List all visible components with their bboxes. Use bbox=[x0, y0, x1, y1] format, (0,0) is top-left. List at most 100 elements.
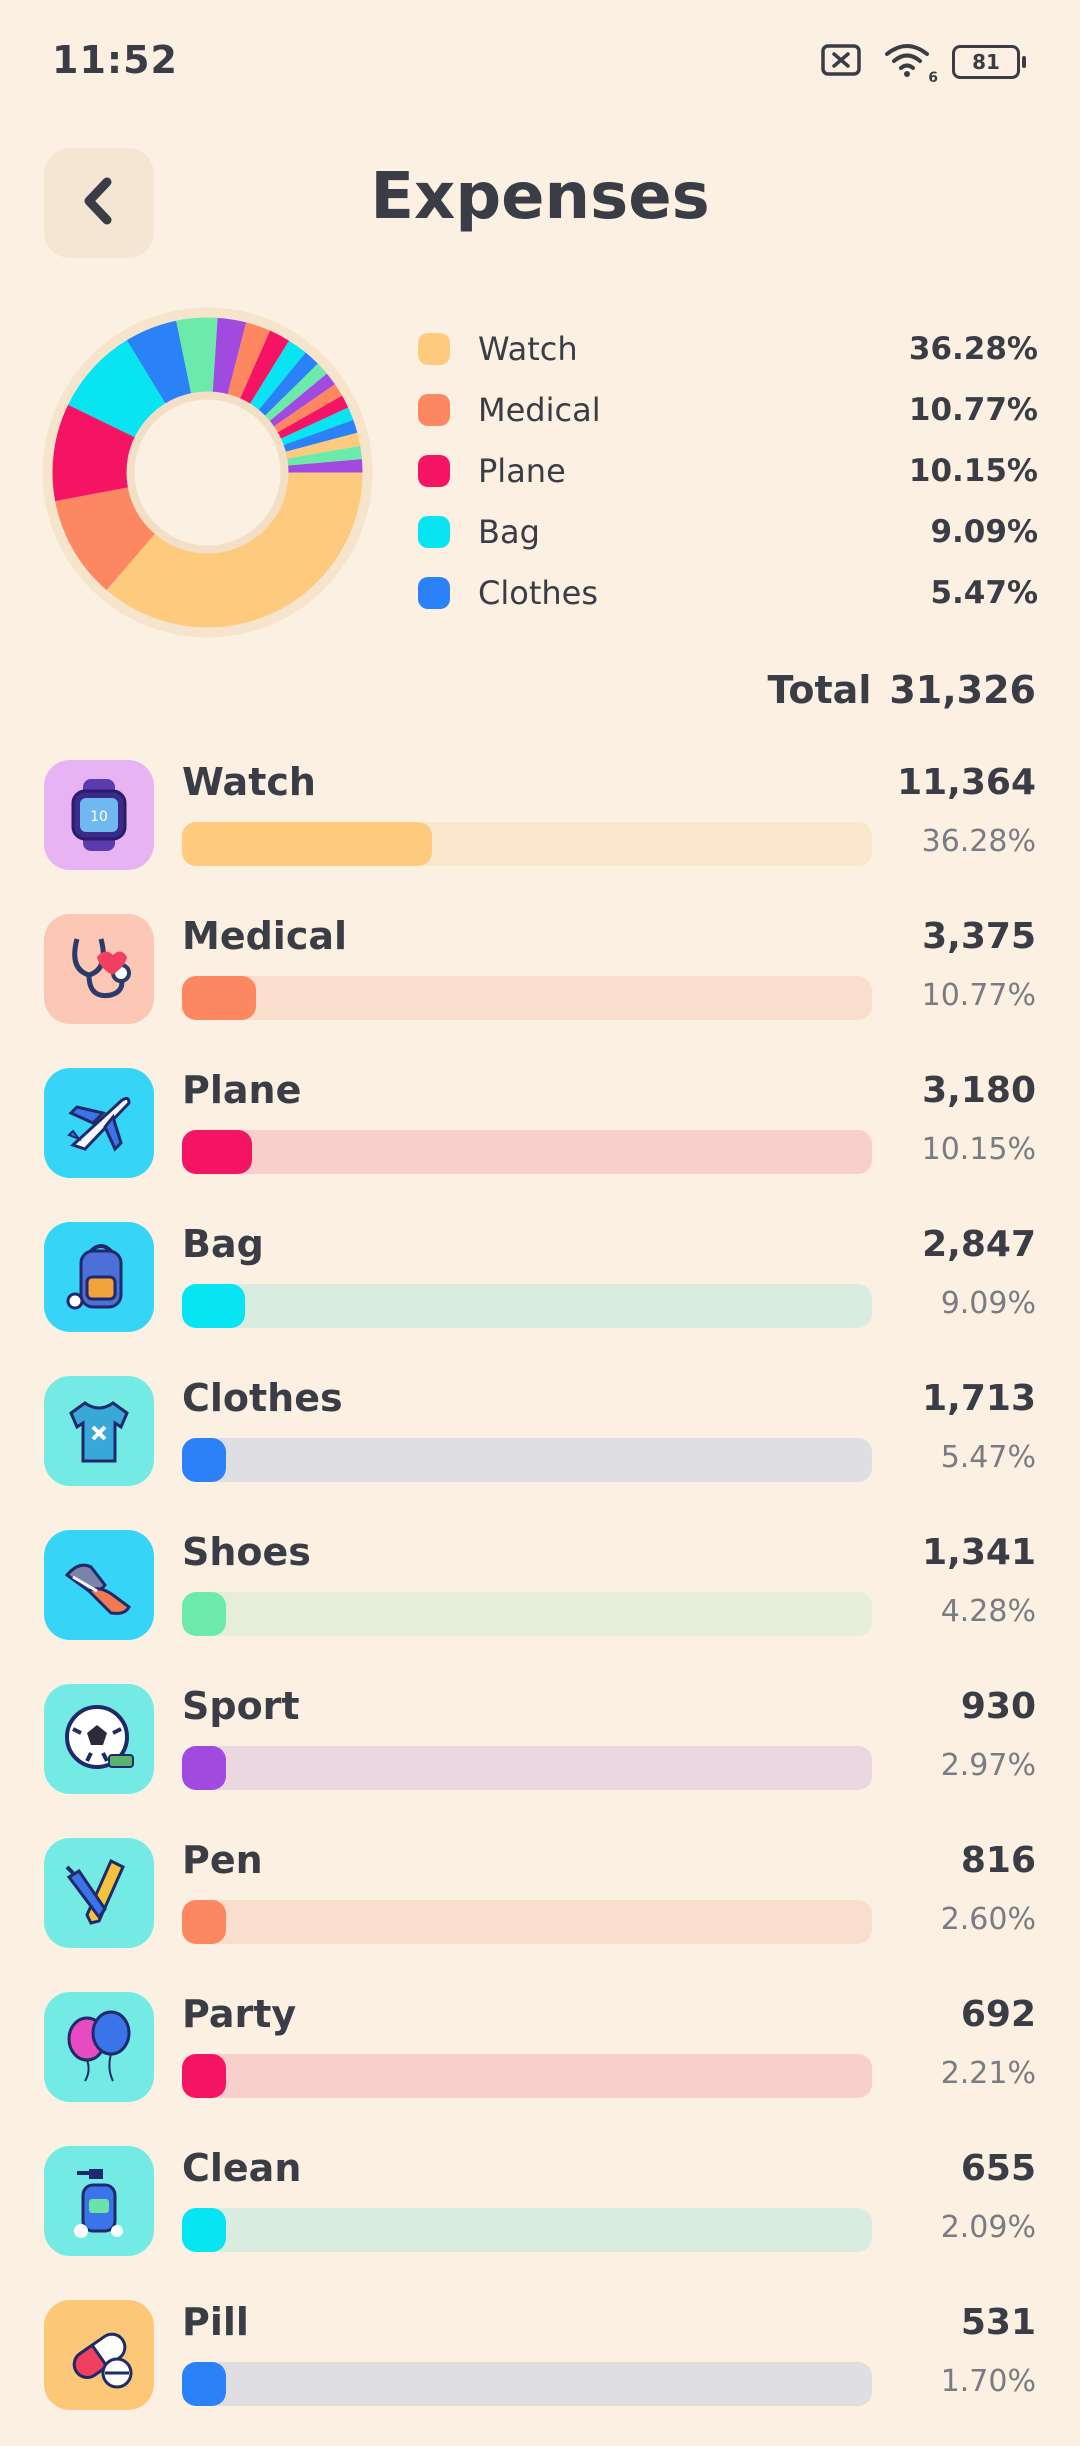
expense-row-clean[interactable]: Clean 655 2.09% bbox=[0, 2138, 1080, 2292]
expense-row-plane[interactable]: Plane 3,180 10.15% bbox=[0, 1060, 1080, 1214]
progress-track bbox=[182, 2054, 872, 2098]
category-name: Plane bbox=[182, 1068, 302, 1112]
progress-track bbox=[182, 1900, 872, 1944]
category-percentage: 10.77% bbox=[921, 978, 1036, 1013]
category-name: Shoes bbox=[182, 1530, 311, 1574]
legend-item-clothes: Clothes 5.47% bbox=[418, 562, 1038, 623]
legend-percentage: 5.47% bbox=[930, 574, 1038, 611]
backpack-icon bbox=[44, 1222, 154, 1332]
category-percentage: 2.60% bbox=[940, 1902, 1036, 1937]
progress-track bbox=[182, 1438, 872, 1482]
progress-track bbox=[182, 822, 872, 866]
page-title: Expenses bbox=[370, 160, 710, 234]
expense-row-pen[interactable]: Pen 816 2.60% bbox=[0, 1830, 1080, 1984]
progress-fill bbox=[182, 1746, 226, 1790]
progress-track bbox=[182, 1130, 872, 1174]
expense-row-pill[interactable]: Pill 531 1.70% bbox=[0, 2292, 1080, 2446]
total-row: Total 31,326 bbox=[768, 668, 1036, 712]
category-percentage: 2.09% bbox=[940, 2210, 1036, 2245]
progress-fill bbox=[182, 976, 257, 1020]
expense-row-bag[interactable]: Bag 2,847 9.09% bbox=[0, 1214, 1080, 1368]
legend-label: Watch bbox=[478, 329, 578, 368]
expense-row-sport[interactable]: Sport 930 2.97% bbox=[0, 1676, 1080, 1830]
soap-bottle-icon bbox=[44, 2146, 154, 2256]
category-amount: 930 bbox=[960, 1686, 1036, 1727]
category-amount: 531 bbox=[960, 2302, 1036, 2343]
progress-fill bbox=[182, 1130, 253, 1174]
category-name: Watch bbox=[182, 760, 316, 804]
category-name: Medical bbox=[182, 914, 348, 958]
category-amount: 1,713 bbox=[922, 1378, 1036, 1419]
progress-track bbox=[182, 2208, 872, 2252]
legend-swatch bbox=[418, 576, 450, 609]
progress-fill bbox=[182, 1592, 226, 1636]
category-amount: 11,364 bbox=[897, 762, 1036, 803]
sim-disabled-icon bbox=[820, 43, 862, 81]
category-amount: 2,847 bbox=[922, 1224, 1036, 1265]
category-name: Pill bbox=[182, 2300, 249, 2344]
progress-fill bbox=[182, 1438, 226, 1482]
category-amount: 655 bbox=[960, 2148, 1036, 2189]
pill-icon bbox=[44, 2300, 154, 2410]
progress-track bbox=[182, 1592, 872, 1636]
legend-percentage: 10.15% bbox=[908, 452, 1038, 489]
status-icons: 6 81 bbox=[820, 40, 1026, 86]
legend-label: Clothes bbox=[478, 573, 598, 612]
progress-fill bbox=[182, 1900, 226, 1944]
category-percentage: 1.70% bbox=[940, 2364, 1036, 2399]
legend-percentage: 9.09% bbox=[930, 513, 1038, 550]
category-percentage: 36.28% bbox=[921, 824, 1036, 859]
legend-item-medical: Medical 10.77% bbox=[418, 379, 1038, 440]
category-percentage: 10.15% bbox=[921, 1132, 1036, 1167]
progress-fill bbox=[182, 2054, 226, 2098]
svg-text:10: 10 bbox=[90, 809, 108, 825]
category-amount: 1,341 bbox=[922, 1532, 1036, 1573]
battery-icon: 81 bbox=[952, 45, 1026, 79]
category-name: Party bbox=[182, 1992, 297, 2036]
status-time: 11:52 bbox=[52, 38, 178, 82]
balloons-icon bbox=[44, 1992, 154, 2102]
category-percentage: 2.21% bbox=[940, 2056, 1036, 2091]
progress-fill bbox=[182, 2362, 226, 2406]
progress-track bbox=[182, 1746, 872, 1790]
stethoscope-icon bbox=[44, 914, 154, 1024]
legend-percentage: 36.28% bbox=[908, 330, 1038, 367]
soccer-ball-icon bbox=[44, 1684, 154, 1794]
expense-row-clothes[interactable]: Clothes 1,713 5.47% bbox=[0, 1368, 1080, 1522]
progress-fill bbox=[182, 2208, 226, 2252]
category-amount: 3,180 bbox=[922, 1070, 1036, 1111]
legend-label: Bag bbox=[478, 512, 540, 551]
category-name: Clothes bbox=[182, 1376, 343, 1420]
watch-icon: 10 bbox=[44, 760, 154, 870]
legend-swatch bbox=[418, 454, 450, 487]
category-name: Pen bbox=[182, 1838, 263, 1882]
legend-item-plane: Plane 10.15% bbox=[418, 440, 1038, 501]
expense-row-shoes[interactable]: Shoes 1,341 4.28% bbox=[0, 1522, 1080, 1676]
category-name: Bag bbox=[182, 1222, 264, 1266]
total-value: 31,326 bbox=[889, 668, 1036, 712]
progress-track bbox=[182, 2362, 872, 2406]
shoes-icon bbox=[44, 1530, 154, 1640]
status-bar: 11:52 6 81 bbox=[0, 0, 1080, 120]
expense-row-party[interactable]: Party 692 2.21% bbox=[0, 1984, 1080, 2138]
category-amount: 816 bbox=[960, 1840, 1036, 1881]
category-percentage: 2.97% bbox=[940, 1748, 1036, 1783]
legend-item-watch: Watch 36.28% bbox=[418, 318, 1038, 379]
category-name: Sport bbox=[182, 1684, 300, 1728]
progress-fill bbox=[182, 822, 433, 866]
expense-donut-chart bbox=[40, 305, 375, 640]
expense-row-medical[interactable]: Medical 3,375 10.77% bbox=[0, 906, 1080, 1060]
category-amount: 3,375 bbox=[922, 916, 1036, 957]
legend-item-bag: Bag 9.09% bbox=[418, 501, 1038, 562]
legend-label: Medical bbox=[478, 390, 601, 429]
legend-swatch bbox=[418, 515, 450, 548]
legend-percentage: 10.77% bbox=[908, 391, 1038, 428]
category-percentage: 9.09% bbox=[940, 1286, 1036, 1321]
expense-list: 10 Watch 11,364 36.28% Medical 3,375 10.77% Pla… bbox=[0, 752, 1080, 2446]
category-percentage: 4.28% bbox=[940, 1594, 1036, 1629]
expense-row-watch[interactable]: 10 Watch 11,364 36.28% bbox=[0, 752, 1080, 906]
legend-swatch bbox=[418, 332, 450, 365]
progress-track bbox=[182, 976, 872, 1020]
plane-icon bbox=[44, 1068, 154, 1178]
legend-label: Plane bbox=[478, 451, 566, 490]
